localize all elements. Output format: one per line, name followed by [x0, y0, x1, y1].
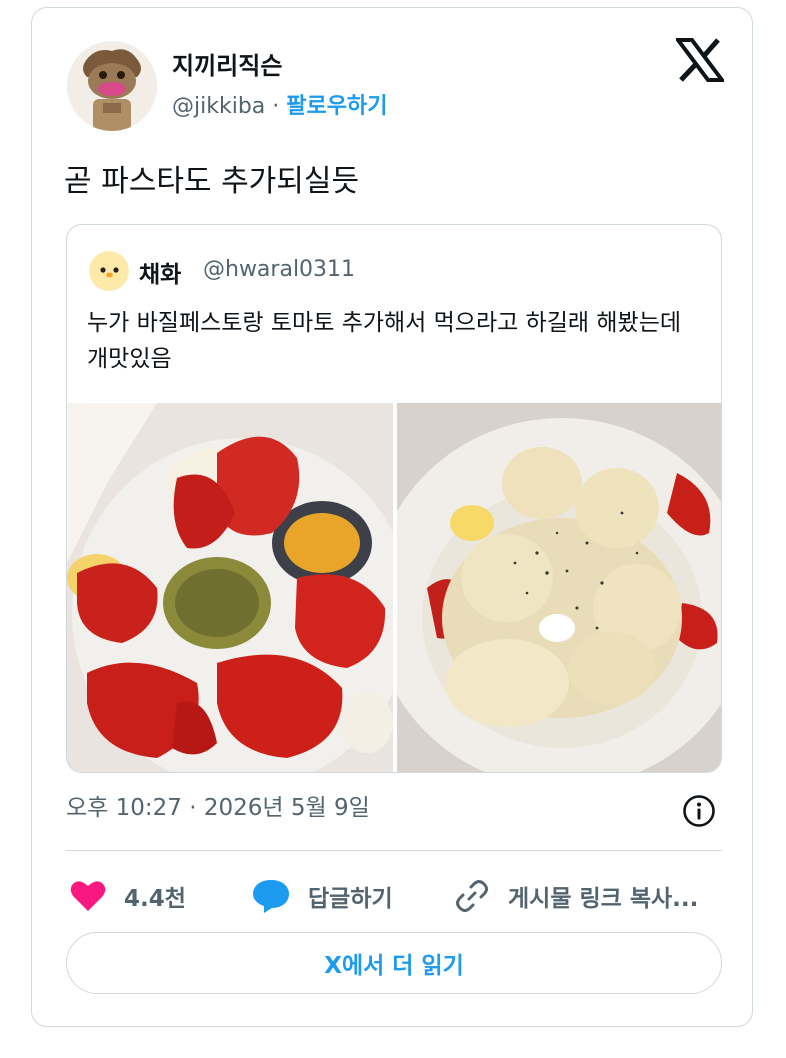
divider — [66, 850, 722, 851]
reply-bubble-icon — [253, 880, 289, 913]
heart-icon — [70, 881, 106, 911]
tweet-timestamp[interactable]: 오후 10:27 · 2026년 5월 9일 — [66, 788, 370, 822]
quoted-author-handle[interactable]: @hwaral0311 — [203, 257, 355, 282]
tweet-text: 곧 파스타도 추가되실듯 — [64, 164, 360, 199]
follow-button[interactable]: 팔로우하기 — [286, 94, 387, 119]
copy-link-button[interactable]: 게시물 링크 복사... — [454, 876, 698, 916]
copy-link-label: 게시물 링크 복사... — [508, 886, 699, 912]
tweet-card: 지끼리직슨 @jikkiba · 팔로우하기 곧 파스타도 추가되실듯 채화 @… — [31, 7, 753, 1027]
author-handle-row: @jikkiba · 팔로우하기 — [172, 88, 387, 120]
reply-button[interactable]: 답글하기 — [252, 876, 393, 916]
quoted-text: 누가 바질페스토랑 토마토 추가해서 먹으라고 하길래 해봤는데 개맛있음 — [87, 310, 682, 372]
like-count: 4.4천 — [124, 886, 186, 912]
like-button[interactable]: 4.4천 — [70, 876, 186, 916]
quoted-photo-2[interactable] — [397, 403, 721, 772]
x-logo-icon[interactable] — [674, 38, 726, 82]
separator-dot: · — [272, 94, 280, 119]
author-handle[interactable]: @jikkiba — [172, 94, 265, 119]
read-more-button[interactable]: X에서 더 읽기 — [66, 932, 722, 994]
info-icon[interactable] — [682, 794, 716, 828]
link-icon — [456, 880, 488, 912]
quoted-author-name[interactable]: 채화 — [139, 255, 181, 289]
author-avatar[interactable] — [67, 41, 157, 131]
quoted-tweet[interactable]: 채화 @hwaral0311 누가 바질페스토랑 토마토 추가해서 먹으라고 하… — [66, 224, 722, 773]
quoted-photo-1[interactable] — [67, 403, 393, 772]
reply-label: 답글하기 — [308, 886, 393, 912]
author-name[interactable]: 지끼리직슨 — [172, 46, 282, 81]
quoted-author-avatar[interactable] — [89, 251, 129, 291]
